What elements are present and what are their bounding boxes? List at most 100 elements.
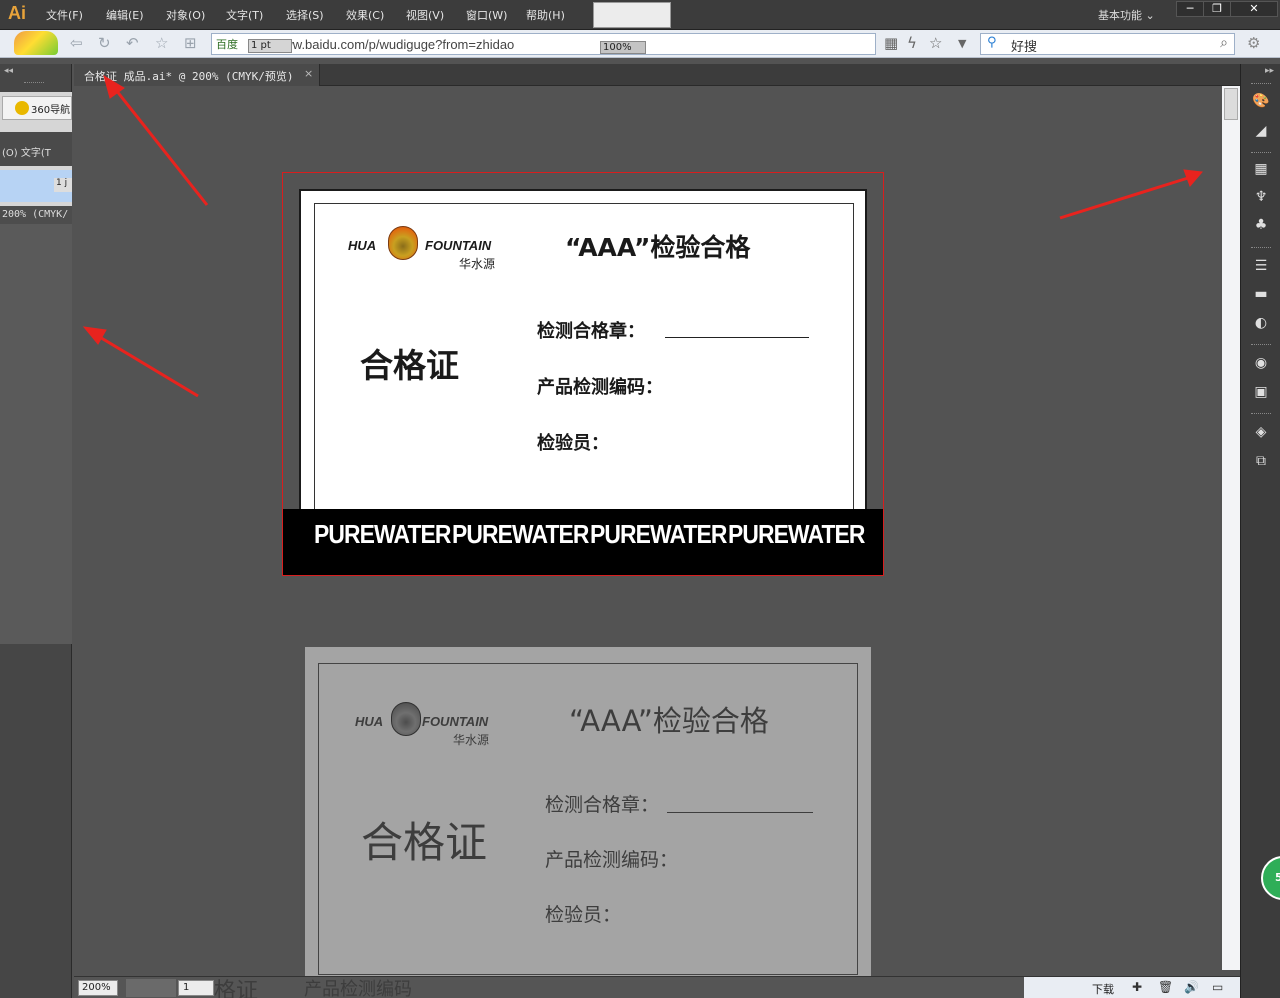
preview-field-code: 产品检测编码： — [545, 849, 679, 871]
left-panel: ◂◂ 360导航 (O) 文字(T 1 j 200% (CMYK/ — [0, 64, 72, 998]
artboard-preview[interactable]: HUA FOUNTAIN 华水源 “AAA”检验合格 合格证 检测合格章： 产品… — [305, 647, 871, 977]
preview-title: “AAA”检验合格 — [569, 704, 769, 738]
transparency-icon[interactable]: ◐ — [1251, 314, 1271, 332]
close-tab-icon[interactable]: × — [304, 67, 313, 80]
qr-icon[interactable]: ▦ — [884, 34, 898, 52]
scrollbar-thumb[interactable] — [1224, 88, 1238, 120]
address-bar[interactable]: 百度 www.baidu.com/p/wudiguge?from=zhidao … — [211, 33, 876, 55]
field-inspector: 检验员： — [537, 433, 609, 454]
swatches-icon[interactable]: ▦ — [1251, 160, 1271, 178]
add-icon[interactable]: ✚ — [1132, 980, 1142, 994]
zoom-tooltip: 100% — [600, 41, 646, 54]
download-label[interactable]: 下载 — [1092, 981, 1114, 997]
minimize-button[interactable]: ─ — [1176, 1, 1204, 17]
color-palette-icon[interactable]: 🎨 — [1251, 92, 1271, 110]
panel-grip[interactable] — [1251, 413, 1271, 415]
collapse-left-icon[interactable]: ◂◂ — [4, 66, 13, 76]
zoom-select[interactable]: 200% — [78, 980, 118, 996]
baidu-tag: 百度 — [216, 38, 238, 51]
favorite-star-icon[interactable]: ☆ — [929, 34, 942, 52]
star-icon[interactable]: ☆ — [155, 34, 168, 52]
artboard-number-input[interactable]: 1 — [178, 980, 214, 996]
refresh-icon[interactable]: ↻ — [98, 34, 111, 52]
menu-file[interactable]: 文件(F) — [46, 7, 83, 23]
panel-grip[interactable] — [1251, 344, 1271, 346]
dropdown-icon[interactable]: ▼ — [958, 37, 966, 50]
preview-logo-hua: HUA — [355, 714, 384, 729]
ghost-big-text: 格证 — [214, 979, 259, 998]
trash-icon[interactable]: 🗑 — [1158, 980, 1173, 994]
lightning-icon[interactable]: ϟ — [907, 34, 917, 52]
appearance-icon[interactable]: ◉ — [1251, 354, 1271, 372]
chevron-down-icon: ⌄ — [1145, 9, 1155, 22]
field-product-code: 产品检测编码： — [537, 377, 663, 398]
stamp-underline — [665, 337, 809, 338]
menu-blank-field[interactable] — [593, 2, 671, 28]
browser-toolbar: ⇦ ↻ ↶ ☆ ⊞ 百度 www.baidu.com/p/wudiguge?fr… — [0, 30, 1280, 58]
menu-type[interactable]: 文字(T) — [226, 7, 263, 23]
stroke-icon[interactable]: ☰ — [1251, 257, 1271, 275]
card-frame: HUA FOUNTAIN 华水源 “AAA”检验合格 合格证 检测合格章： 产品… — [314, 203, 854, 513]
menu-effect[interactable]: 效果(C) — [346, 7, 384, 23]
purewater-text: PUREWATER — [728, 519, 865, 549]
collapse-right-icon[interactable]: ▸▸ — [1265, 66, 1274, 76]
menu-select[interactable]: 选择(S) — [286, 7, 324, 23]
mini-canvas — [0, 224, 72, 644]
close-button[interactable]: ✕ — [1230, 1, 1278, 17]
workspace-switcher[interactable]: 基本功能 ⌄ — [1098, 7, 1155, 23]
panel-grip[interactable] — [1251, 83, 1271, 85]
artboard-main[interactable]: HUA FOUNTAIN 华水源 “AAA”检验合格 合格证 检测合格章： 产品… — [282, 172, 884, 576]
zoom-dropdown[interactable] — [126, 979, 176, 997]
panel-grip[interactable] — [1251, 152, 1271, 154]
menu-window[interactable]: 窗口(W) — [466, 7, 507, 23]
search-engine-icon[interactable]: ⚲ — [987, 35, 997, 50]
grid-icon[interactable]: ⊞ — [184, 34, 197, 52]
mini-selection-area: 1 j — [0, 170, 72, 202]
logo-text-cn: 华水源 — [459, 257, 496, 271]
symbols-icon[interactable]: ♣ — [1251, 216, 1271, 234]
preview-field-stamp: 检测合格章： — [545, 794, 660, 816]
document-tab-label: 合格证 成品.ai* @ 200% (CMYK/预览) — [84, 70, 294, 83]
menu-object[interactable]: 对象(O) — [166, 7, 205, 23]
menu-view[interactable]: 视图(V) — [406, 7, 444, 23]
purewater-text: PUREWATER — [590, 519, 727, 549]
panel-grip[interactable] — [1251, 247, 1271, 249]
screen-icon[interactable]: ▭ — [1212, 980, 1223, 994]
browser-logo-icon[interactable] — [14, 31, 58, 55]
stroke-tooltip: 1 pt — [248, 39, 292, 53]
browser-status-strip: 下载 ✚ 🗑 🔊 ▭ — [1024, 977, 1240, 998]
preview-emblem-icon — [391, 702, 421, 736]
brushes-icon[interactable]: ♆ — [1251, 188, 1271, 206]
card-main-label: 合格证 — [360, 346, 459, 385]
graphic-styles-icon[interactable]: ▣ — [1251, 383, 1271, 401]
panel-grip[interactable] — [24, 82, 44, 84]
layers-icon[interactable]: ◈ — [1251, 423, 1271, 441]
undo-icon[interactable]: ↶ — [126, 34, 139, 52]
purewater-text: PUREWATER — [314, 519, 451, 549]
back-icon[interactable]: ⇦ — [70, 34, 83, 52]
purewater-band: PUREWATER PUREWATER PUREWATER PUREWATER — [283, 509, 883, 575]
color-guide-icon[interactable]: ◢ — [1251, 122, 1271, 140]
nav-360-icon — [15, 101, 29, 115]
mini-tooltip: 1 j — [54, 178, 72, 192]
vertical-scrollbar[interactable] — [1222, 86, 1240, 970]
document-tab-bar: 合格证 成品.ai* @ 200% (CMYK/预览) × — [74, 64, 1240, 86]
preview-stamp-underline — [667, 812, 813, 813]
menu-help[interactable]: 帮助(H) — [526, 7, 565, 23]
tools-icon[interactable]: ⚙ — [1247, 34, 1260, 52]
search-input[interactable]: ⚲ 好搜 ⌕ — [980, 33, 1235, 55]
document-tab[interactable]: 合格证 成品.ai* @ 200% (CMYK/预览) × — [74, 64, 320, 86]
address-text[interactable]: www.baidu.com/p/wudiguge?from=zhidao — [274, 37, 514, 52]
search-icon[interactable]: ⌕ — [1220, 35, 1228, 51]
mini-screen-preview: 360导航 (O) 文字(T 1 j 200% (CMYK/ — [0, 92, 72, 644]
mini-menu-text: (O) 文字(T — [2, 148, 51, 159]
volume-icon[interactable]: 🔊 — [1184, 980, 1199, 994]
status-bar: 200% 1 格证 产品检测编码 下载 ✚ 🗑 🔊 ▭ — [74, 976, 1240, 998]
restore-button[interactable]: ❐ — [1203, 1, 1231, 17]
mini-status-text: 200% (CMYK/ — [0, 206, 72, 224]
gradient-icon[interactable]: ▬ — [1251, 285, 1271, 303]
artboards-icon[interactable]: ⧉ — [1251, 452, 1271, 470]
field-stamp: 检测合格章： — [537, 321, 645, 342]
nav-360-button[interactable]: 360导航 — [2, 96, 72, 120]
menu-edit[interactable]: 编辑(E) — [106, 7, 144, 23]
